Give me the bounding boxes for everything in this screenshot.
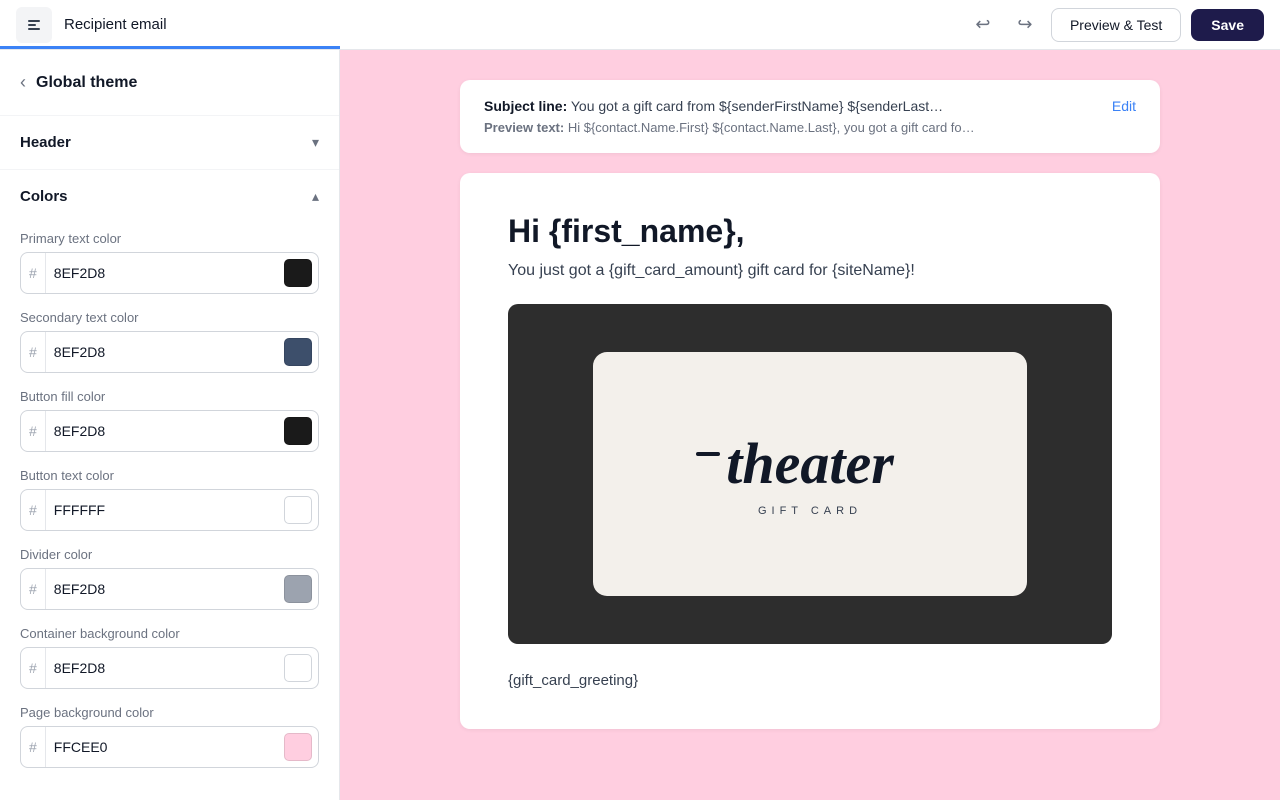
sidebar-section-header: ‹ Global theme [0, 50, 339, 116]
button-text-color-field: Button text color # [20, 468, 319, 531]
redo-button[interactable]: ↪ [1009, 9, 1041, 41]
subject-texts: Subject line: You got a gift card from $… [484, 98, 1096, 135]
divider-color-field: Divider color # [20, 547, 319, 610]
container-bg-color-input-row: # [20, 647, 319, 689]
hash-symbol: # [21, 727, 46, 767]
hash-symbol: # [21, 648, 46, 688]
preview-text-value: Hi ${contact.Name.First} ${contact.Name.… [568, 120, 975, 135]
divider-color-label: Divider color [20, 547, 319, 562]
chevron-up-icon: ▴ [312, 188, 319, 205]
back-button[interactable] [16, 7, 52, 43]
secondary-text-color-swatch[interactable] [284, 338, 312, 366]
page-bg-color-input-row: # [20, 726, 319, 768]
primary-text-color-swatch[interactable] [284, 259, 312, 287]
hash-symbol: # [21, 253, 46, 293]
container-bg-color-field: Container background color # [20, 626, 319, 689]
button-fill-color-swatch[interactable] [284, 417, 312, 445]
page-title: Recipient email [64, 16, 955, 33]
subject-line-label: Subject line: [484, 98, 567, 114]
container-bg-color-label: Container background color [20, 626, 319, 641]
email-greeting: Hi {first_name}, [508, 213, 1112, 250]
button-fill-color-input[interactable] [46, 411, 278, 451]
sidebar: ‹ Global theme Header ▾ Colors ▴ Primary… [0, 50, 340, 800]
button-text-color-swatch[interactable] [284, 496, 312, 524]
container-bg-color-input[interactable] [46, 648, 278, 688]
colors-accordion: Colors ▴ Primary text color # Secondary … [0, 170, 339, 800]
divider-color-input[interactable] [46, 569, 278, 609]
divider-color-input-row: # [20, 568, 319, 610]
primary-text-color-input[interactable] [46, 253, 278, 293]
edit-button[interactable]: Edit [1112, 98, 1136, 114]
topbar: Recipient email ↩ ↪ Preview & Test Save [0, 0, 1280, 50]
container-bg-color-swatch[interactable] [284, 654, 312, 682]
gift-card-subtitle: GIFT CARD [758, 505, 862, 517]
primary-text-color-label: Primary text color [20, 231, 319, 246]
save-button[interactable]: Save [1191, 9, 1264, 41]
content-area: Subject line: You got a gift card from $… [340, 50, 1280, 800]
chevron-down-icon: ▾ [312, 134, 319, 151]
hash-symbol: # [21, 332, 46, 372]
hash-symbol: # [21, 411, 46, 451]
colors-accordion-toggle[interactable]: Colors ▴ [0, 170, 339, 223]
divider-color-swatch[interactable] [284, 575, 312, 603]
primary-text-color-input-row: # [20, 252, 319, 294]
button-text-color-input[interactable] [46, 490, 278, 530]
button-text-color-input-row: # [20, 489, 319, 531]
page-bg-color-label: Page background color [20, 705, 319, 720]
preview-text-label: Preview text: [484, 120, 564, 135]
theater-dash-icon [696, 452, 720, 456]
secondary-text-color-input-row: # [20, 331, 319, 373]
header-accordion: Header ▾ [0, 116, 339, 170]
theater-logo-wrapper: theater [726, 430, 894, 497]
colors-section-label: Colors [20, 188, 68, 205]
button-text-color-label: Button text color [20, 468, 319, 483]
colors-content: Primary text color # Secondary text colo… [0, 223, 339, 800]
hash-symbol: # [21, 490, 46, 530]
header-accordion-toggle[interactable]: Header ▾ [0, 116, 339, 169]
secondary-text-color-field: Secondary text color # [20, 310, 319, 373]
email-body: Hi {first_name}, You just got a {gift_ca… [460, 173, 1160, 729]
secondary-text-color-input[interactable] [46, 332, 278, 372]
subject-line: Subject line: You got a gift card from $… [484, 98, 1096, 114]
gift-card-image: theater GIFT CARD [508, 304, 1112, 644]
page-bg-color-swatch[interactable] [284, 733, 312, 761]
hash-symbol: # [21, 569, 46, 609]
gift-card-inner: theater GIFT CARD [593, 352, 1028, 597]
active-tab-indicator [0, 46, 340, 49]
preview-test-button[interactable]: Preview & Test [1051, 8, 1181, 42]
chevron-left-icon: ‹ [20, 72, 26, 93]
subject-preview: Preview text: Hi ${contact.Name.First} $… [484, 120, 1096, 135]
subject-line-value: You got a gift card from ${senderFirstNa… [571, 98, 943, 114]
primary-text-color-field: Primary text color # [20, 231, 319, 294]
secondary-text-color-label: Secondary text color [20, 310, 319, 325]
button-fill-color-field: Button fill color # [20, 389, 319, 452]
header-section-label: Header [20, 134, 71, 151]
email-footer-text: {gift_card_greeting} [508, 672, 1112, 689]
sidebar-title: Global theme [36, 74, 137, 92]
page-bg-color-input[interactable] [46, 727, 278, 767]
theater-logo-text: theater [726, 430, 894, 497]
page-bg-color-field: Page background color # [20, 705, 319, 768]
button-fill-color-input-row: # [20, 410, 319, 452]
subject-card: Subject line: You got a gift card from $… [460, 80, 1160, 153]
main-layout: ‹ Global theme Header ▾ Colors ▴ Primary… [0, 50, 1280, 800]
sidebar-back-button[interactable]: ‹ [20, 72, 26, 93]
undo-button[interactable]: ↩ [967, 9, 999, 41]
button-fill-color-label: Button fill color [20, 389, 319, 404]
topbar-actions: ↩ ↪ Preview & Test Save [967, 8, 1264, 42]
email-subtext: You just got a {gift_card_amount} gift c… [508, 262, 1112, 280]
